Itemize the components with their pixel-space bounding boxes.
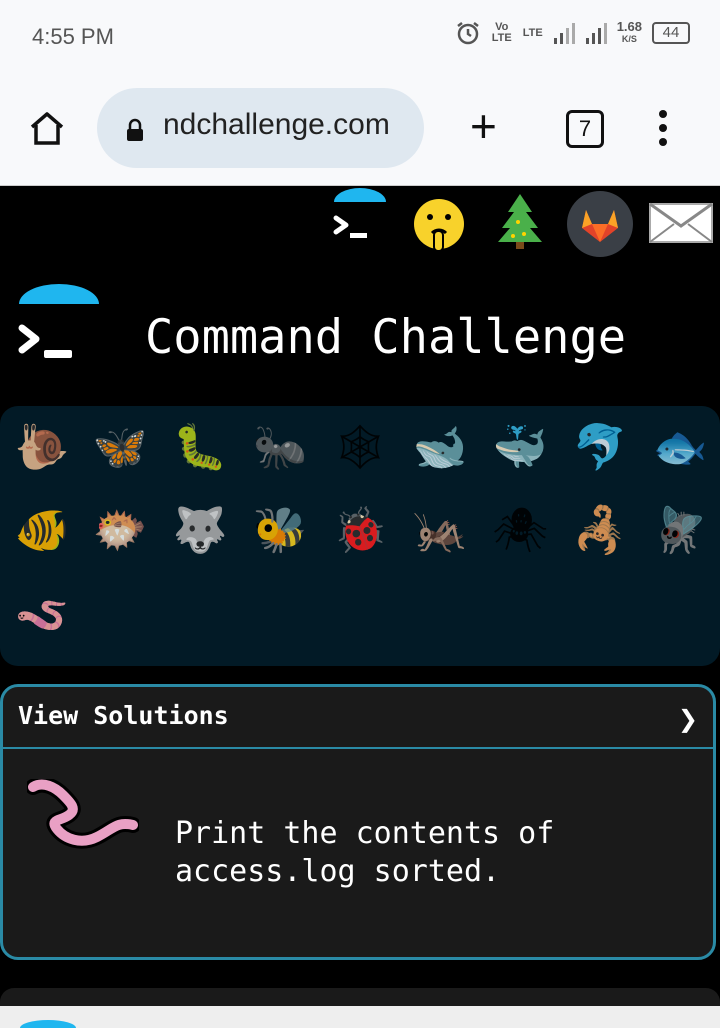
challenge-text-line-1: Print the contents of: [175, 816, 555, 851]
net-speed-unit: K/S: [621, 34, 637, 44]
tab-switcher-button[interactable]: 7: [566, 110, 604, 148]
whale-icon[interactable]: 🐋: [410, 418, 470, 478]
challenge-text-line-2: access.log sorted.: [175, 854, 501, 889]
lte-indicator: LTE: [522, 26, 543, 39]
ladybug-icon[interactable]: 🐞: [330, 501, 390, 561]
status-bar: 4:55 PM Vo LTE LTE 1.68 K/S 44: [0, 0, 720, 70]
browser-menu-button[interactable]: [655, 110, 671, 152]
tropical-fish-icon[interactable]: 🐠: [12, 501, 72, 561]
alarm-icon: [456, 22, 479, 45]
view-solutions-label: View Solutions: [18, 701, 229, 730]
site-header: Command Challenge: [0, 280, 720, 390]
shushing-face-icon[interactable]: [412, 196, 468, 254]
terminal-cap-icon: [20, 1020, 76, 1028]
challenge-progress-panel: 🐌 🦋 🐛 🐜 🕸 🐋 🐳 🐬 🐟 🐠 🐡 🐺 🐝 🐞 🦗 🕷 🦂 🪰 🪱: [0, 406, 720, 666]
site-nav-icons: [0, 188, 720, 258]
spouting-whale-icon[interactable]: 🐳: [490, 418, 550, 478]
envelope-icon[interactable]: [648, 202, 714, 244]
next-card: [0, 988, 720, 1008]
status-icons: Vo LTE LTE 1.68 K/S 44: [455, 20, 690, 46]
caterpillar-icon[interactable]: 🐛: [170, 418, 230, 478]
spider-icon[interactable]: 🕷: [490, 501, 550, 561]
bottom-bar: [0, 1006, 720, 1028]
fly-icon[interactable]: 🪰: [650, 501, 710, 561]
net-speed-value: 1.68: [616, 19, 642, 34]
christmas-tree-icon[interactable]: [496, 192, 544, 250]
bee-icon[interactable]: 🐝: [250, 501, 310, 561]
url-bar[interactable]: ndchallenge.com: [97, 88, 424, 168]
wolf-icon[interactable]: 🐺: [170, 501, 230, 561]
fish-icon[interactable]: 🐟: [650, 418, 710, 478]
terminal-icon[interactable]: [330, 188, 390, 250]
url-text: ndchallenge.com: [163, 108, 390, 141]
net-speed: 1.68 K/S: [616, 19, 642, 45]
gitlab-icon[interactable]: [566, 190, 634, 258]
battery-indicator: 44: [652, 22, 690, 44]
challenge-description: Print the contents of access.log sorted.: [175, 815, 554, 891]
blowfish-icon[interactable]: 🐡: [90, 501, 150, 561]
browser-toolbar: ndchallenge.com + 7: [0, 70, 720, 186]
signal-icon: [553, 23, 575, 44]
home-icon[interactable]: [28, 110, 66, 146]
scorpion-icon[interactable]: 🦂: [570, 501, 630, 561]
lock-icon: [127, 118, 143, 141]
terminal-logo-icon: [18, 284, 99, 358]
new-tab-button[interactable]: +: [470, 103, 497, 149]
worm-icon[interactable]: 🪱: [12, 586, 72, 646]
cricket-icon[interactable]: 🦗: [410, 501, 470, 561]
dolphin-icon[interactable]: 🐬: [570, 418, 630, 478]
status-time: 4:55 PM: [32, 24, 114, 49]
worm-icon: [27, 779, 139, 849]
butterfly-icon[interactable]: 🦋: [90, 418, 150, 478]
page-title: Command Challenge: [145, 310, 627, 365]
challenge-card: View Solutions ❯ Print the contents of a…: [0, 684, 716, 960]
chevron-right-icon[interactable]: ❯: [678, 705, 698, 733]
signal-2-icon: [585, 23, 607, 44]
snail-icon[interactable]: 🐌: [12, 418, 72, 478]
ant-icon[interactable]: 🐜: [250, 418, 310, 478]
view-solutions-header[interactable]: View Solutions ❯: [3, 687, 713, 749]
volte-indicator: Vo LTE: [491, 21, 512, 44]
spider-web-icon[interactable]: 🕸: [330, 418, 390, 478]
